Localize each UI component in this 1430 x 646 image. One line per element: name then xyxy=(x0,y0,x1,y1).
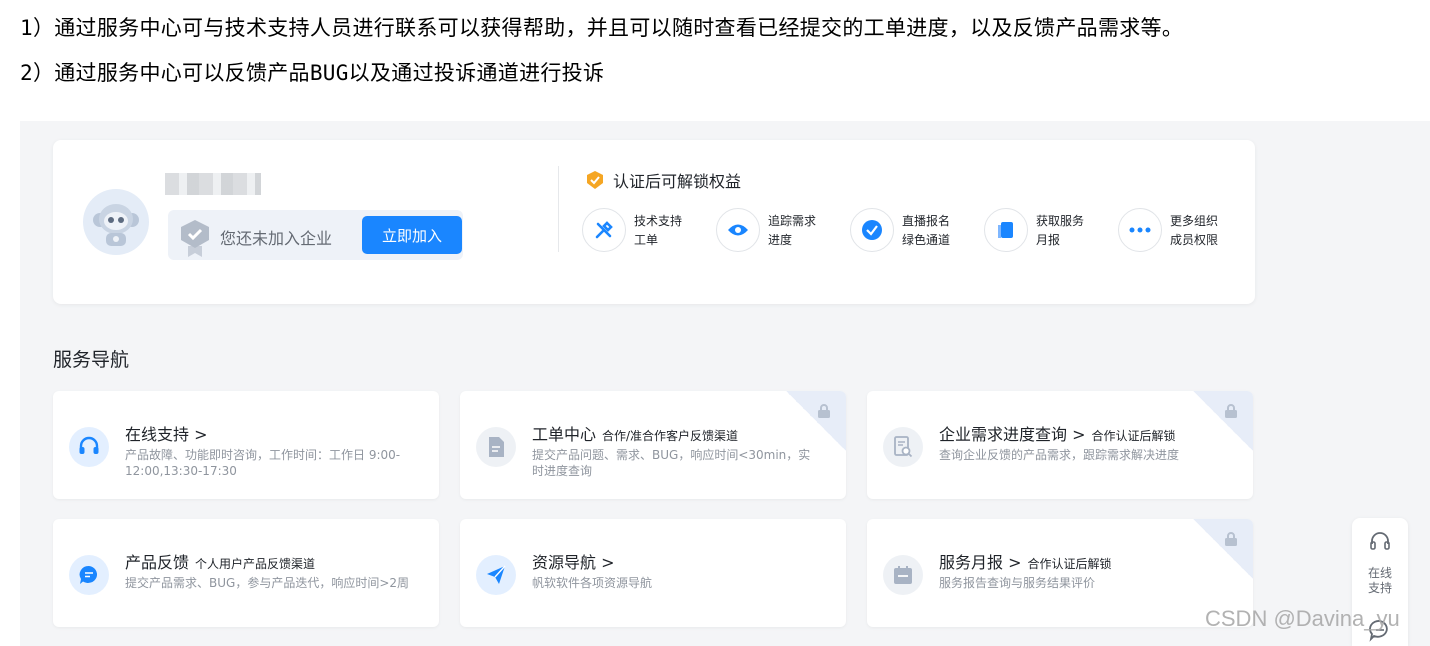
card-title: 服务月报 > 合作认证后解锁 xyxy=(939,553,1112,572)
chat-icon xyxy=(69,555,109,595)
card-resource-nav[interactable]: 资源导航 > 帆软软件各项资源导航 xyxy=(460,519,846,627)
card-monthly-report[interactable]: 服务月报 > 合作认证后解锁 服务报告查询与服务结果评价 xyxy=(867,519,1253,627)
divider xyxy=(558,166,559,252)
wrench-icon[interactable] xyxy=(582,208,626,252)
floating-support-label: 在线 支持 xyxy=(1367,566,1392,595)
check-circle-icon[interactable] xyxy=(850,208,894,252)
intro-line-1: 1）通过服务中心可与技术支持人员进行联系可以获得帮助，并且可以随时查看已经提交的… xyxy=(20,16,1184,40)
benefit-more-permissions: 更多组织 成员权限 xyxy=(1170,214,1219,247)
more-icon[interactable] xyxy=(1118,208,1162,252)
locked-corner xyxy=(786,391,846,451)
locked-corner xyxy=(1193,391,1253,451)
paper-plane-icon xyxy=(476,555,516,595)
lock-icon xyxy=(818,404,830,418)
card-online-support[interactable]: 在线支持 > 产品故障、功能即时咨询，工作时间：工作日 9:00-12:00,1… xyxy=(53,391,439,499)
benefits-title: 认证后可解锁权益 xyxy=(613,172,742,191)
search-doc-icon xyxy=(883,427,923,467)
join-now-button[interactable]: 立即加入 xyxy=(362,216,462,254)
avatar[interactable] xyxy=(83,189,149,255)
watermark: CSDN @Davina_yu xyxy=(1205,606,1400,631)
not-joined-text: 您还未加入企业 xyxy=(220,229,333,248)
benefit-monthly-report: 获取服务 月报 xyxy=(1036,214,1085,247)
document-icon xyxy=(476,427,516,467)
calendar-icon xyxy=(883,555,923,595)
headset-icon xyxy=(69,427,109,467)
locked-corner xyxy=(1193,519,1253,579)
intro-line-2: 2）通过服务中心可以反馈产品BUG以及通过投诉通道进行投诉 xyxy=(20,61,605,85)
benefit-live-signup: 直播报名 绿色通道 xyxy=(902,214,951,247)
eye-icon[interactable] xyxy=(716,208,760,252)
card-desc: 帆软软件各项资源导航 xyxy=(532,576,653,590)
blurred-username xyxy=(165,173,261,195)
lock-icon xyxy=(1225,404,1237,418)
certification-badge-icon xyxy=(181,220,209,257)
card-ticket-center[interactable]: 工单中心 合作/准合作客户反馈渠道 提交产品问题、需求、BUG，响应时间<30mi… xyxy=(460,391,846,499)
card-desc: 服务报告查询与服务结果评价 xyxy=(939,576,1096,590)
benefit-tech-support: 技术支持 工单 xyxy=(634,214,683,247)
robot-avatar-icon xyxy=(93,204,139,246)
gold-badge-icon xyxy=(587,171,603,189)
report-icon[interactable] xyxy=(984,208,1028,252)
card-desc: 查询企业反馈的产品需求，跟踪需求解决进度 xyxy=(939,448,1180,462)
card-title: 企业需求进度查询 > 合作认证后解锁 xyxy=(939,425,1176,444)
profile-card: 您还未加入企业 立即加入 认证后可解锁权益 技术支持 工单 追踪需求 进度 直播… xyxy=(53,140,1255,304)
join-enterprise-box: 您还未加入企业 立即加入 xyxy=(168,210,463,260)
card-demand-progress[interactable]: 企业需求进度查询 > 合作认证后解锁 查询企业反馈的产品需求，跟踪需求解决进度 xyxy=(867,391,1253,499)
card-desc: 提交产品问题、需求、BUG，响应时间<30min，实时进度查询 xyxy=(532,448,811,478)
service-nav-title: 服务导航 xyxy=(53,349,130,371)
benefit-track-demand: 追踪需求 进度 xyxy=(768,214,817,247)
service-center-screenshot: 您还未加入企业 立即加入 认证后可解锁权益 技术支持 工单 追踪需求 进度 直播… xyxy=(20,121,1430,646)
benefits-header: 认证后可解锁权益 xyxy=(585,168,741,192)
card-title: 资源导航 > xyxy=(532,553,615,572)
card-title: 工单中心 合作/准合作客户反馈渠道 xyxy=(532,425,739,444)
card-product-feedback[interactable]: 产品反馈 个人用户产品反馈渠道 提交产品需求、BUG，参与产品迭代，响应时间>2周 xyxy=(53,519,439,627)
card-desc: 产品故障、功能即时咨询，工作时间：工作日 9:00-12:00,13:30-17… xyxy=(125,448,401,478)
headset-outline-icon xyxy=(1370,532,1390,550)
card-title: 产品反馈 个人用户产品反馈渠道 xyxy=(125,553,316,572)
lock-icon xyxy=(1225,532,1237,546)
card-title: 在线支持 > xyxy=(125,425,208,444)
card-desc: 提交产品需求、BUG，参与产品迭代，响应时间>2周 xyxy=(125,576,410,590)
